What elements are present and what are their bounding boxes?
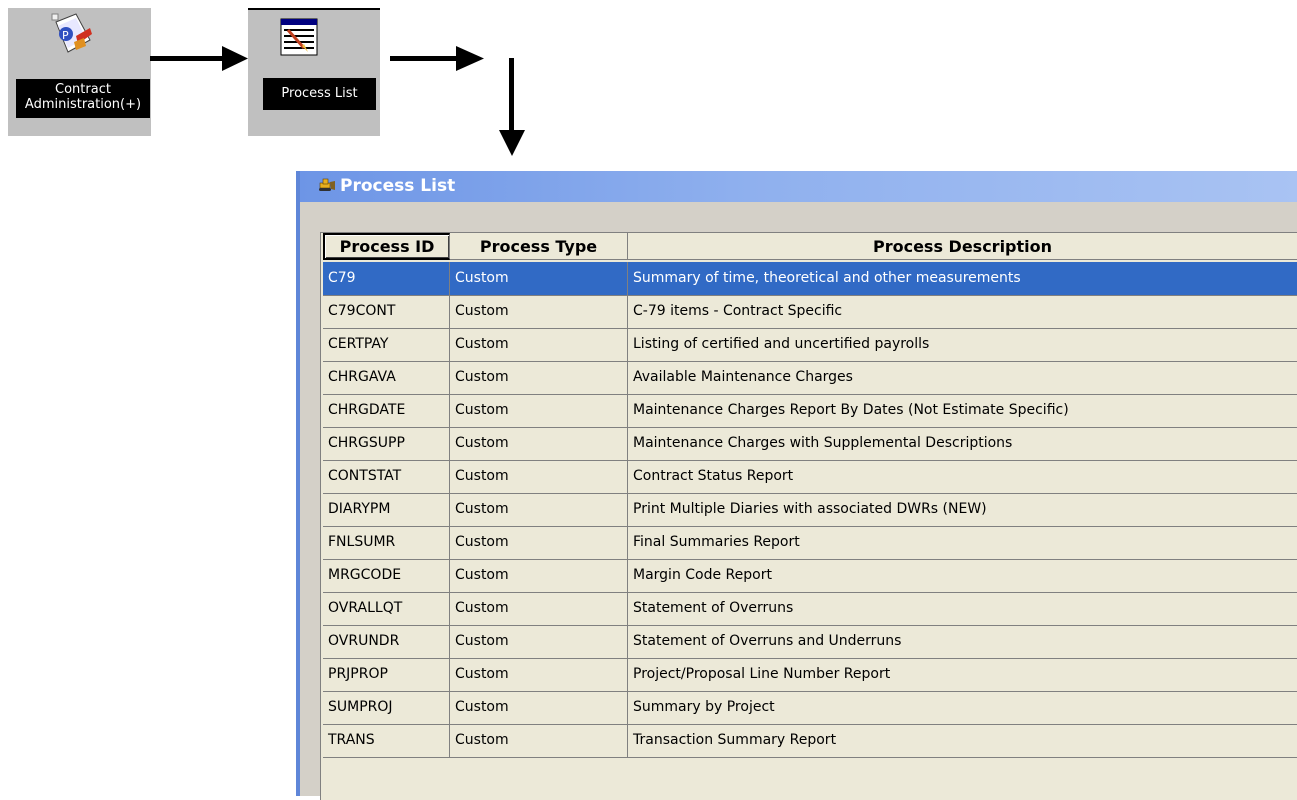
process-id-cell: CHRGDATE	[323, 394, 450, 428]
table-row[interactable]: DIARYPM Custom Print Multiple Diaries with…	[321, 493, 1297, 527]
table-row[interactable]: C79CONT Custom C-79 items - Contract Speci…	[321, 295, 1297, 329]
table-row[interactable]: CONTSTAT Custom Contract Status Report	[321, 460, 1297, 494]
process-description-cell: Summary by Project	[628, 691, 1297, 725]
right-arrow-icon	[150, 46, 248, 71]
process-type-cell: Custom	[450, 625, 628, 659]
column-header-process-id[interactable]: Process ID	[323, 233, 450, 260]
process-description-cell: Statement of Overruns	[628, 592, 1297, 626]
process-type-cell: Custom	[450, 394, 628, 428]
process-type-cell: Custom	[450, 592, 628, 626]
process-description-cell: Margin Code Report	[628, 559, 1297, 593]
process-type-cell: Custom	[450, 262, 628, 296]
right-arrow-icon	[390, 46, 484, 71]
process-id-cell: CHRGSUPP	[323, 427, 450, 461]
process-description-cell: C-79 items - Contract Specific	[628, 295, 1297, 329]
contract-document-icon: P	[46, 12, 96, 64]
process-id-cell: C79	[323, 262, 450, 296]
process-type-cell: Custom	[450, 724, 628, 758]
down-arrow-icon	[499, 58, 525, 156]
process-type-cell: Custom	[450, 526, 628, 560]
process-id-cell: OVRALLQT	[323, 592, 450, 626]
process-id-cell: OVRUNDR	[323, 625, 450, 659]
process-description-cell: Transaction Summary Report	[628, 724, 1297, 758]
process-type-cell: Custom	[450, 493, 628, 527]
svg-text:P: P	[62, 29, 69, 42]
process-id-cell: C79CONT	[323, 295, 450, 329]
process-type-cell: Custom	[450, 427, 628, 461]
process-id-cell: SUMPROJ	[323, 691, 450, 725]
process-description-cell: Listing of certified and uncertified pay…	[628, 328, 1297, 362]
process-description-cell: Final Summaries Report	[628, 526, 1297, 560]
column-header-process-description[interactable]: Process Description	[628, 233, 1297, 260]
process-id-cell: CONTSTAT	[323, 460, 450, 494]
table-row[interactable]: TRANS Custom Transaction Summary Report	[321, 724, 1297, 758]
table-row[interactable]: PRJPROP Custom Project/Proposal Line Numbe…	[321, 658, 1297, 692]
process-list-window-icon	[280, 18, 318, 60]
process-type-cell: Custom	[450, 328, 628, 362]
process-description-cell: Print Multiple Diaries with associated D…	[628, 493, 1297, 527]
window-title: Process List	[340, 176, 456, 196]
process-type-cell: Custom	[450, 658, 628, 692]
table-row[interactable]: CHRGDATE Custom Maintenance Charges Report…	[321, 394, 1297, 428]
process-type-cell: Custom	[450, 460, 628, 494]
contract-administration-label-line1: Contract	[55, 82, 111, 97]
table-row[interactable]: OVRALLQT Custom Statement of Overruns	[321, 592, 1297, 626]
process-id-cell: MRGCODE	[323, 559, 450, 593]
window-border	[296, 171, 300, 796]
title-bar[interactable]: Process List	[300, 171, 1297, 202]
process-list-window: Process List Process ID Process Type Pro…	[296, 171, 1297, 800]
process-description-cell: Maintenance Charges Report By Dates (Not…	[628, 394, 1297, 428]
process-id-cell: FNLSUMR	[323, 526, 450, 560]
column-header-process-type[interactable]: Process Type	[450, 233, 628, 260]
process-id-cell: TRANS	[323, 724, 450, 758]
table-row[interactable]: CHRGAVA Custom Available Maintenance Charg…	[321, 361, 1297, 395]
process-id-cell: CERTPAY	[323, 328, 450, 362]
table-row[interactable]: SUMPROJ Custom Summary by Project	[321, 691, 1297, 725]
process-description-cell: Project/Proposal Line Number Report	[628, 658, 1297, 692]
process-description-cell: Contract Status Report	[628, 460, 1297, 494]
process-type-cell: Custom	[450, 691, 628, 725]
contract-administration-label: Contract Administration(+)	[16, 79, 150, 118]
process-list-tile[interactable]: Process List	[248, 8, 380, 136]
process-type-cell: Custom	[450, 361, 628, 395]
process-list-label: Process List	[263, 78, 376, 110]
table-row[interactable]: MRGCODE Custom Margin Code Report	[321, 559, 1297, 593]
process-description-cell: Summary of time, theoretical and other m…	[628, 262, 1297, 296]
table-row[interactable]: OVRUNDR Custom Statement of Overruns and U…	[321, 625, 1297, 659]
table-row[interactable]: CERTPAY Custom Listing of certified and un…	[321, 328, 1297, 362]
process-description-cell: Available Maintenance Charges	[628, 361, 1297, 395]
table-row[interactable]: FNLSUMR Custom Final Summaries Report	[321, 526, 1297, 560]
bulldozer-icon	[318, 177, 336, 197]
process-id-cell: PRJPROP	[323, 658, 450, 692]
process-description-cell: Statement of Overruns and Underruns	[628, 625, 1297, 659]
contract-administration-tile[interactable]: P Contract Administration(+)	[8, 8, 151, 136]
contract-administration-label-line2: Administration(+)	[24, 97, 142, 112]
process-type-cell: Custom	[450, 295, 628, 329]
process-description-cell: Maintenance Charges with Supplemental De…	[628, 427, 1297, 461]
process-grid[interactable]: Process ID Process Type Process Descript…	[320, 232, 1297, 800]
table-row[interactable]: CHRGSUPP Custom Maintenance Charges with S…	[321, 427, 1297, 461]
process-id-cell: DIARYPM	[323, 493, 450, 527]
process-id-cell: CHRGAVA	[323, 361, 450, 395]
process-type-cell: Custom	[450, 559, 628, 593]
table-row[interactable]: C79 Custom Summary of time, theoretical an…	[321, 262, 1297, 296]
